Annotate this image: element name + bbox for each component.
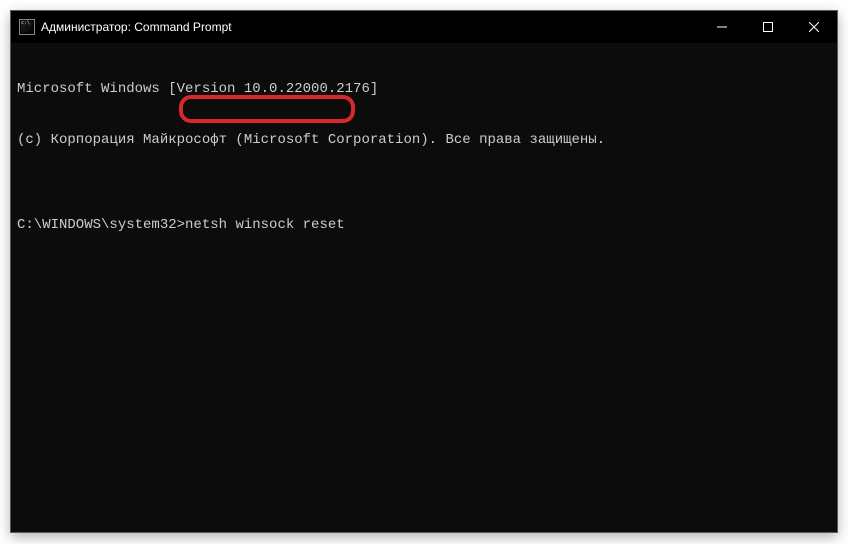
command-prompt-window: Администратор: Command Prompt Microsoft … [10,10,838,533]
prompt-line: C:\WINDOWS\system32> netsh winsock reset [17,217,831,234]
prompt-path: C:\WINDOWS\system32> [17,217,185,234]
annotation-highlight [179,95,355,123]
output-line: (c) Корпорация Майкрософт (Microsoft Cor… [17,132,831,149]
cmd-icon [19,19,35,35]
close-button[interactable] [791,11,837,43]
minimize-button[interactable] [699,11,745,43]
output-line: Microsoft Windows [Version 10.0.22000.21… [17,81,831,98]
titlebar[interactable]: Администратор: Command Prompt [11,11,837,43]
terminal-area[interactable]: Microsoft Windows [Version 10.0.22000.21… [11,43,837,532]
window-title: Администратор: Command Prompt [41,20,232,34]
typed-command: netsh winsock reset [185,217,345,234]
maximize-button[interactable] [745,11,791,43]
window-controls [699,11,837,43]
